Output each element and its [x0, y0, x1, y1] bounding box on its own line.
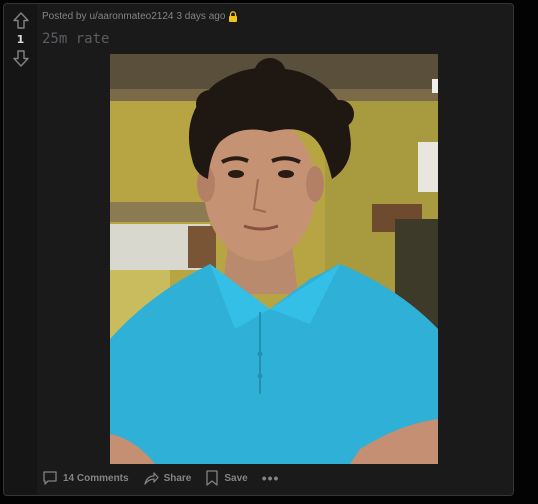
- vote-column: 1: [4, 4, 37, 495]
- post-content: Posted by u/aaronmateo2124 3 days ago 25…: [42, 4, 513, 495]
- comments-button[interactable]: 14 Comments: [42, 470, 129, 486]
- post-image[interactable]: [110, 54, 438, 464]
- selfie-photo: [110, 54, 438, 464]
- save-button[interactable]: Save: [205, 470, 248, 486]
- vote-count: 1: [16, 33, 25, 46]
- post-meta: Posted by u/aaronmateo2124 3 days ago: [42, 11, 238, 22]
- share-icon: [143, 472, 159, 485]
- share-label: Share: [163, 472, 192, 484]
- post-title[interactable]: 25m rate: [42, 31, 109, 47]
- author-link[interactable]: u/aaronmateo2124: [89, 11, 173, 22]
- comment-icon: [43, 471, 57, 485]
- post-card[interactable]: 1 Posted by u/aaronmateo2124 3 days ago …: [3, 3, 514, 496]
- post-age: 3 days ago: [176, 11, 226, 22]
- share-button[interactable]: Share: [143, 470, 192, 486]
- more-dots-icon: •••: [261, 470, 280, 486]
- arrow-up-icon: [12, 11, 29, 29]
- bookmark-icon: [206, 470, 219, 486]
- arrow-down-icon: [12, 49, 29, 67]
- more-options-button[interactable]: •••: [262, 470, 280, 486]
- lock-icon: [229, 11, 238, 22]
- downvote-button[interactable]: [11, 48, 31, 68]
- post-actions: 14 Comments Share Save •••: [42, 470, 279, 486]
- upvote-button[interactable]: [11, 10, 31, 30]
- save-label: Save: [224, 472, 248, 484]
- comments-label: 14 Comments: [63, 472, 129, 484]
- posted-by-prefix: Posted by: [42, 11, 87, 22]
